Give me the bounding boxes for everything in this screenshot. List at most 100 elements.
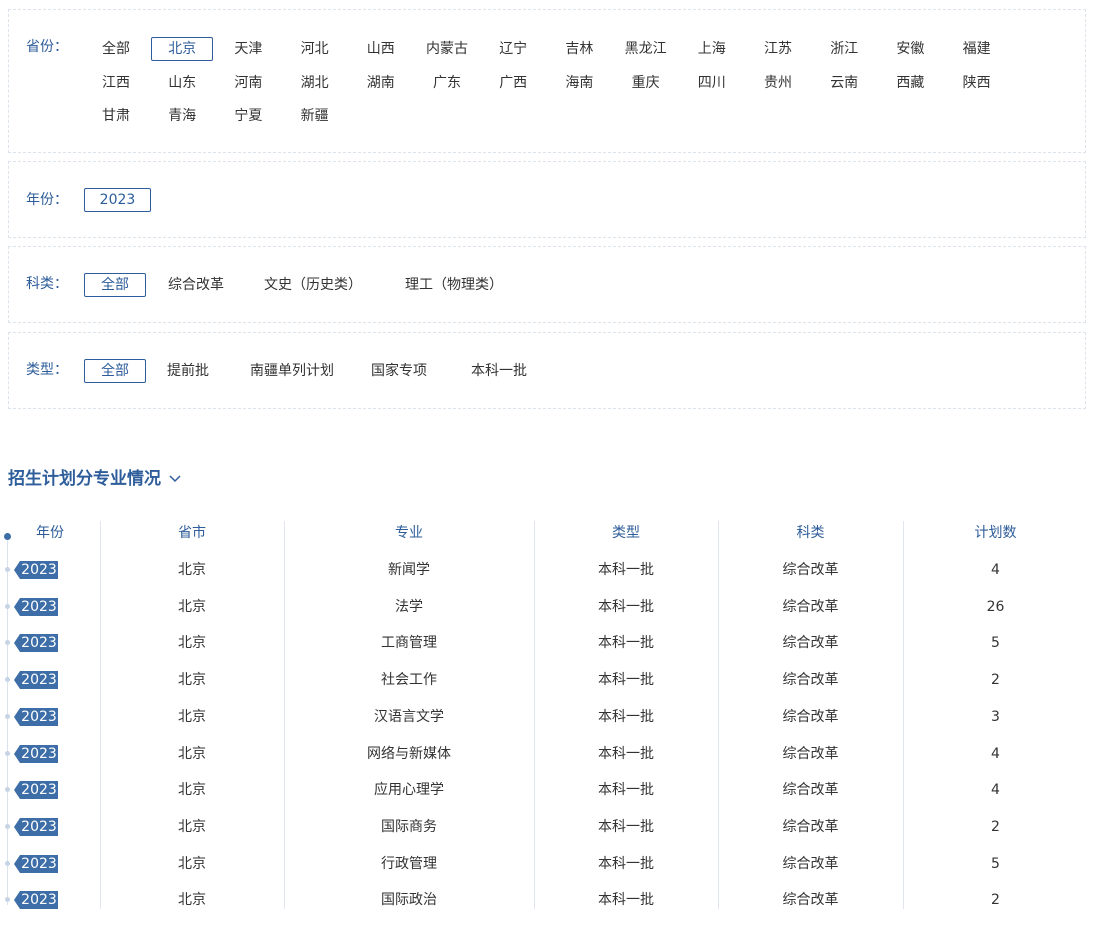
year-tag: 2023 xyxy=(14,671,58,690)
timeline-dot xyxy=(5,640,10,646)
province-option[interactable]: 内蒙古 xyxy=(416,37,478,61)
province-option[interactable]: 上海 xyxy=(681,37,743,61)
table-cell: 北京 xyxy=(178,598,206,615)
table-cell: 综合改革 xyxy=(782,562,839,578)
timeline-dot xyxy=(5,750,10,756)
year-tag: 2023 xyxy=(14,891,58,910)
table-cell: 社会工作 xyxy=(381,672,437,689)
type-option[interactable]: 南疆单列计划 xyxy=(237,359,347,383)
province-option[interactable]: 河北 xyxy=(284,37,346,61)
province-option[interactable]: 黑龙江 xyxy=(615,37,677,61)
table-cell: 综合改革 xyxy=(782,892,839,909)
timeline-dot xyxy=(5,677,10,683)
province-option[interactable]: 陕西 xyxy=(946,71,1008,95)
province-option[interactable]: 山西 xyxy=(350,37,412,61)
year-tag: 2023 xyxy=(14,817,58,836)
province-option[interactable]: 广西 xyxy=(482,71,544,95)
section-title: 招生计划分专业情况 xyxy=(8,469,161,489)
table-cell: 北京 xyxy=(178,745,206,762)
table-cell: 本科一批 xyxy=(598,672,654,689)
table-cell: 本科一批 xyxy=(598,745,654,762)
table-cell: 应用心理学 xyxy=(374,782,444,799)
year-tag: 2023 xyxy=(14,781,58,800)
table-cell: 北京 xyxy=(178,855,206,872)
type-option[interactable]: 本科一批 xyxy=(459,359,539,383)
table-cell: 综合改革 xyxy=(782,855,839,872)
subject-option[interactable]: 文史（历史类） xyxy=(251,273,375,297)
table-cell: 国际政治 xyxy=(381,892,437,909)
table-cell: 3 xyxy=(991,708,1000,725)
province-option[interactable]: 山东 xyxy=(151,71,213,95)
province-option[interactable]: 贵州 xyxy=(747,71,809,95)
province-option[interactable]: 湖北 xyxy=(284,71,346,95)
province-option[interactable]: 广东 xyxy=(416,71,478,95)
table-cell: 法学 xyxy=(395,598,423,615)
subject-option[interactable]: 综合改革 xyxy=(155,273,237,297)
province-option[interactable]: 浙江 xyxy=(813,37,875,61)
table-cell: 北京 xyxy=(178,782,206,799)
table-cell: 本科一批 xyxy=(598,635,654,652)
province-option[interactable]: 湖南 xyxy=(350,71,412,95)
province-option[interactable]: 重庆 xyxy=(615,71,677,95)
province-option[interactable]: 河南 xyxy=(217,71,279,95)
province-option[interactable]: 安徽 xyxy=(879,37,941,61)
year-tag: 2023 xyxy=(14,597,58,616)
chevron-down-icon[interactable] xyxy=(168,472,182,486)
year-tag: 2023 xyxy=(14,854,58,873)
province-option[interactable]: 辽宁 xyxy=(482,37,544,61)
province-filter-panel: 省份： 全部 北京 天津 河北 山西 内蒙古 辽宁 吉林 黑龙江 上海 江苏 浙江 安徽 福建江西 山东 河南… xyxy=(8,9,1086,153)
province-option[interactable]: 新疆 xyxy=(284,104,346,128)
timeline-dot xyxy=(5,603,10,609)
timeline-line xyxy=(7,539,8,905)
province-option[interactable]: 全部 xyxy=(85,37,147,61)
table-cell: 2 xyxy=(991,892,1000,909)
year-filter-panel: 年份： 2023 xyxy=(8,161,1086,238)
year-tag: 2023 xyxy=(14,744,58,763)
province-option[interactable]: 天津 xyxy=(217,37,279,61)
type-filter-label: 类型： xyxy=(26,362,68,378)
column-header: 专业 xyxy=(395,525,423,541)
table-cell: 北京 xyxy=(178,708,206,725)
table-cell: 本科一批 xyxy=(598,782,654,799)
province-option[interactable]: 海南 xyxy=(548,71,610,95)
timeline-dot xyxy=(5,860,10,866)
province-option[interactable]: 江苏 xyxy=(747,37,809,61)
province-option[interactable]: 西藏 xyxy=(879,71,941,95)
table-cell: 本科一批 xyxy=(598,598,654,615)
province-option[interactable]: 江西 xyxy=(85,71,147,95)
table-cell: 工商管理 xyxy=(381,635,437,652)
table-cell: 5 xyxy=(991,635,1000,652)
year-tag: 2023 xyxy=(14,634,58,653)
timeline-dot xyxy=(5,713,10,719)
type-option[interactable]: 国家专项 xyxy=(363,359,435,383)
province-option[interactable]: 北京 xyxy=(151,37,214,61)
subject-option[interactable]: 全部 xyxy=(84,273,146,297)
province-option[interactable]: 福建 xyxy=(946,37,1008,61)
table-cell: 26 xyxy=(986,598,1005,615)
table-cell: 4 xyxy=(991,782,1000,799)
table-cell: 2 xyxy=(991,818,1000,835)
table-cell: 网络与新媒体 xyxy=(367,745,451,762)
subject-filter-panel: 科类： 全部 综合改革 文史（历史类） 理工（物理类） xyxy=(8,246,1086,323)
province-option[interactable]: 云南 xyxy=(813,71,875,95)
year-filter-label: 年份： xyxy=(26,192,68,208)
subject-option[interactable]: 理工（物理类） xyxy=(392,273,516,297)
table-cell: 国际商务 xyxy=(381,818,437,835)
table-cell: 5 xyxy=(991,855,1000,872)
column-header: 科类 xyxy=(796,525,825,541)
province-option[interactable]: 青海 xyxy=(151,104,213,128)
type-option[interactable]: 提前批 xyxy=(155,359,221,383)
province-option[interactable]: 四川 xyxy=(681,71,743,95)
table-cell: 综合改革 xyxy=(782,782,839,799)
table-cell: 2 xyxy=(991,672,1000,689)
province-option[interactable]: 吉林 xyxy=(548,37,610,61)
province-filter-label: 省份： xyxy=(26,39,68,55)
table-cell: 综合改革 xyxy=(782,818,839,835)
type-option[interactable]: 全部 xyxy=(84,359,146,383)
year-option[interactable]: 2023 xyxy=(84,188,151,212)
province-option[interactable]: 甘肃 xyxy=(85,104,147,128)
timeline-dot xyxy=(5,897,10,903)
table-cell: 本科一批 xyxy=(598,818,654,835)
province-option[interactable]: 宁夏 xyxy=(217,104,279,128)
subject-filter-label: 科类： xyxy=(26,276,68,292)
